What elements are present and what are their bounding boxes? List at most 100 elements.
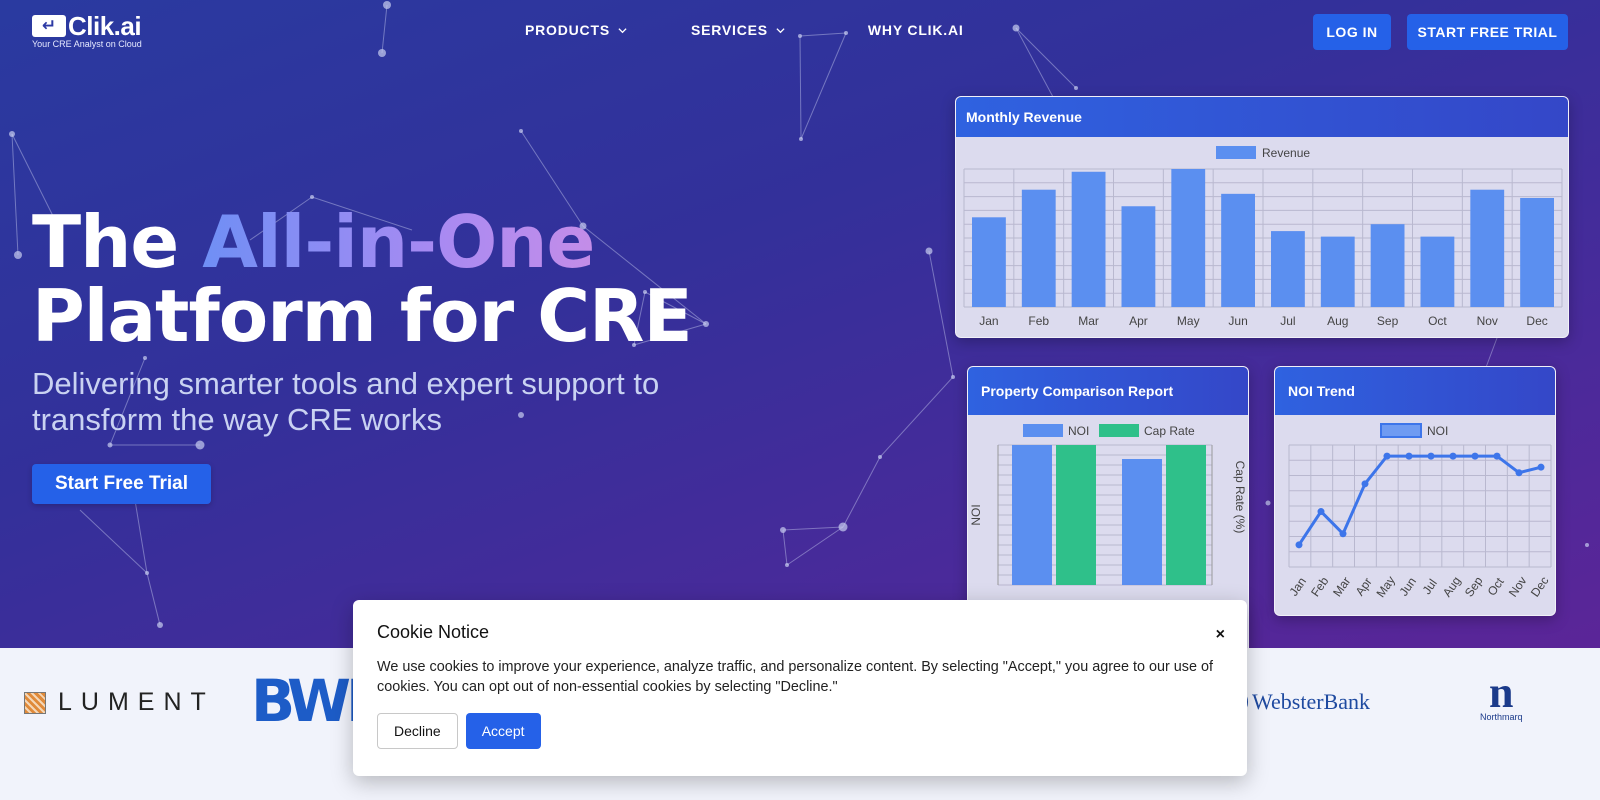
noi-point-apr: [1361, 480, 1369, 488]
nav-item-why-clik-ai[interactable]: WHY CLIK.AI: [868, 22, 964, 38]
bar-revenue-apr: [1121, 206, 1156, 307]
x-tick-label: Apr: [1353, 575, 1375, 598]
chevron-down-icon: [776, 27, 785, 33]
headline-part-1: The: [32, 200, 203, 284]
noi-point-jan: [1295, 541, 1303, 549]
bar-revenue-nov: [1470, 189, 1505, 307]
cookie-body: We use cookies to improve your experienc…: [377, 659, 1214, 695]
hero-headline: The All-in-One Platform for CRE: [32, 205, 693, 353]
x-tick-label: Apr: [1129, 314, 1148, 328]
x-tick-label: Mar: [1078, 314, 1099, 328]
webster-bank-logo: WebsterBank: [1232, 686, 1370, 718]
brand-name: Clik.ai: [68, 11, 142, 41]
x-tick-label: Jul: [1280, 314, 1295, 328]
headline-highlight: All-in-One: [202, 200, 595, 284]
bar-revenue-may: [1171, 169, 1206, 307]
card-title: Property Comparison Report: [968, 367, 1248, 415]
x-tick-label: Oct: [1428, 314, 1447, 328]
x-tick-label: Jan: [1286, 575, 1309, 599]
bar-revenue-mar: [1071, 171, 1106, 307]
nav-label-services: SERVICES: [690, 22, 768, 38]
noi-trend-card: NOI Trend NOI Jan Feb Mar Apr May Jun Jul Aug Sep…: [1274, 366, 1556, 616]
bar-revenue-jul: [1271, 231, 1305, 307]
headline-part-2: Platform for CRE: [32, 274, 693, 358]
nav-item-services[interactable]: SERVICES: [691, 22, 785, 38]
x-tick-label: Nov: [1477, 314, 1498, 328]
bar-revenue-oct: [1420, 236, 1455, 307]
noi-point-aug: [1449, 452, 1457, 460]
bar-cap-rate: [1166, 445, 1206, 585]
x-tick-label: Jun: [1396, 575, 1419, 599]
close-icon[interactable]: ×: [1216, 626, 1225, 644]
legend-label-revenue: Revenue: [1262, 146, 1310, 160]
cookie-notice-dialog: Cookie Notice × We use cookies to improv…: [353, 600, 1247, 776]
x-tick-label: Dec: [1526, 314, 1547, 328]
x-tick-label: Jan: [979, 314, 998, 328]
hero-subheading: Delivering smarter tools and expert supp…: [32, 366, 660, 437]
bar-revenue-jan: [972, 217, 1006, 307]
noi-point-sep: [1471, 452, 1479, 460]
nav-label-products: PRODUCTS: [525, 22, 610, 38]
legend-label-cap-rate: Cap Rate: [1144, 424, 1195, 438]
x-tick-label: Oct: [1485, 575, 1508, 599]
nav-label-why: WHY CLIK.AI: [867, 22, 964, 38]
start-free-trial-nav-button[interactable]: START FREE TRIAL: [1407, 14, 1568, 50]
clik-ai-logo[interactable]: ↵ Clik.ai Your CRE Analyst on Cloud: [32, 11, 142, 49]
accept-button[interactable]: Accept: [465, 713, 541, 749]
x-tick-label: Mar: [1330, 574, 1353, 599]
bar-revenue-jun: [1221, 193, 1255, 307]
x-tick-label: May: [1373, 573, 1397, 600]
northmarq-mark: n: [1489, 668, 1514, 717]
bar-noi: [1012, 445, 1052, 585]
x-tick-label: Dec: [1528, 574, 1552, 600]
bar-revenue-dec: [1520, 197, 1554, 307]
decline-button[interactable]: Decline: [377, 713, 458, 749]
noi-point-jun: [1405, 452, 1413, 460]
start-free-trial-hero-button[interactable]: Start Free Trial: [32, 464, 211, 504]
bar-cap-rate: [1056, 445, 1096, 585]
monthly-revenue-chart: Revenue Jan Feb Mar Apr May Jun Jul Aug Sep Oct Nov…: [963, 146, 1563, 328]
noi-point-jul: [1427, 452, 1435, 460]
bar-noi: [1122, 459, 1162, 585]
card-title: NOI Trend: [1275, 367, 1555, 415]
y2-axis-label: Cap Rate (%): [1233, 461, 1247, 534]
noi-point-mar: [1339, 530, 1347, 538]
webster-wordmark: WebsterBank: [1252, 689, 1370, 714]
x-tick-label: Aug: [1440, 574, 1464, 600]
x-tick-label: May: [1177, 314, 1200, 328]
x-tick-label: Jul: [1420, 576, 1440, 597]
monthly-revenue-card: Monthly Revenue Revenue Jan Feb Mar Apr May Ju…: [955, 96, 1569, 338]
legend-swatch-revenue: [1216, 146, 1256, 159]
bar-revenue-aug: [1320, 236, 1355, 307]
x-tick-label: Sep: [1377, 314, 1399, 328]
chevron-down-icon: [618, 27, 627, 33]
y-axis-label: NOI: [969, 504, 983, 525]
enter-arrow-icon: ↵: [32, 15, 66, 37]
x-tick-label: Feb: [1028, 314, 1049, 328]
main-nav: PRODUCTS SERVICES WHY CLIK.AI: [525, 22, 964, 38]
x-tick-label: Jun: [1228, 314, 1247, 328]
noi-trend-chart: NOI Jan FebMar AprMayJun Jul AugSep Oct NovDec: [1286, 423, 1552, 600]
login-button[interactable]: LOG IN: [1313, 14, 1391, 50]
noi-point-may: [1383, 452, 1391, 460]
legend-swatch-noi: [1380, 423, 1422, 438]
lument-logo: LUMENT: [24, 688, 215, 717]
x-tick-label: Sep: [1462, 574, 1486, 600]
nav-item-products[interactable]: PRODUCTS: [525, 22, 627, 38]
card-title: Monthly Revenue: [956, 97, 1568, 137]
noi-point-oct: [1493, 452, 1501, 460]
x-tick-label: Aug: [1327, 314, 1348, 328]
cookie-actions: Decline Accept: [377, 713, 1223, 749]
noi-point-nov: [1515, 469, 1523, 477]
legend-label-noi: NOI: [1068, 424, 1089, 438]
lument-wordmark: LUMENT: [58, 688, 215, 716]
cookie-title: Cookie Notice: [377, 622, 490, 642]
legend-swatch-cap-rate: [1099, 424, 1139, 437]
northmarq-logo: n Northmarq: [1480, 668, 1523, 723]
brand-tagline: Your CRE Analyst on Cloud: [32, 39, 142, 49]
legend-label-noi: NOI: [1427, 424, 1448, 438]
hero-section: ↵ Clik.ai Your CRE Analyst on Cloud PROD…: [0, 0, 1600, 648]
bar-revenue-feb: [1021, 189, 1056, 307]
northmarq-wordmark: Northmarq: [1480, 712, 1523, 722]
x-tick-label: Nov: [1506, 574, 1530, 600]
